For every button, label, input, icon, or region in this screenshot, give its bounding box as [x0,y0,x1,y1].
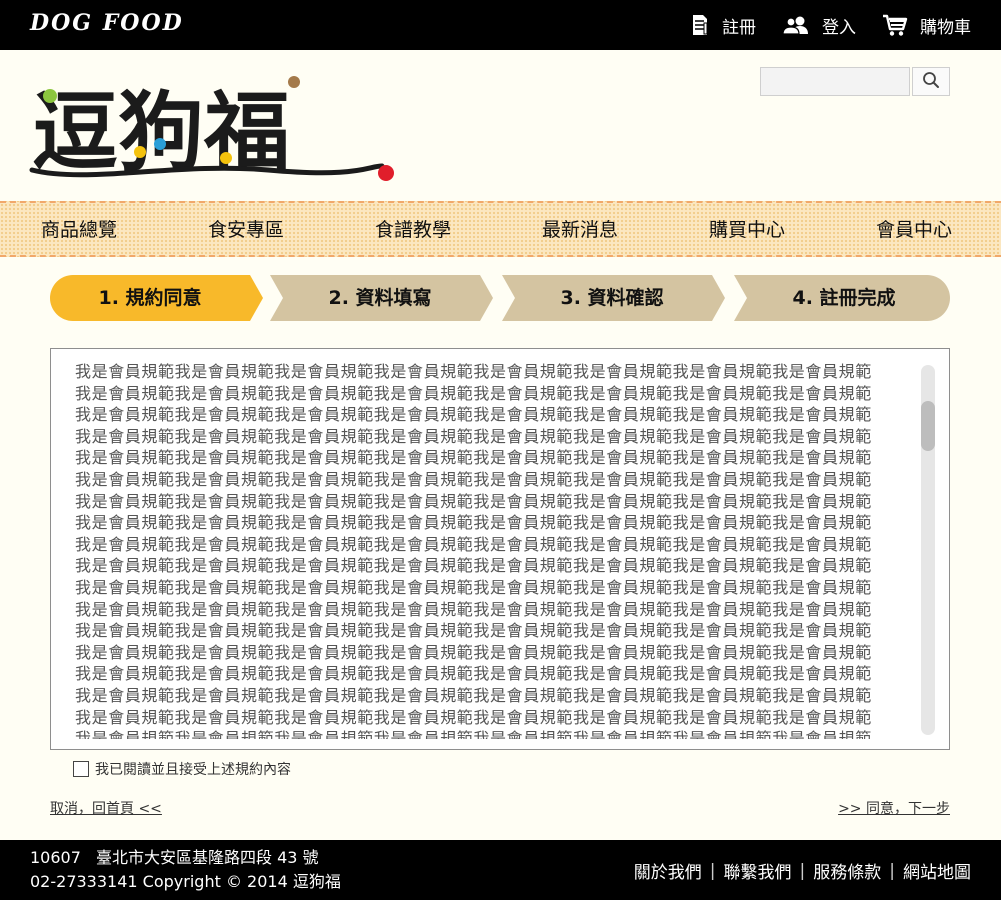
footer-link-contact[interactable]: 聯繫我們 [724,858,792,883]
step-4-label: 4. 註冊完成 [792,287,896,309]
agree-row: 我已閱讀並且接受上述規約內容 [73,759,291,779]
users-icon [782,15,810,35]
postal-code: 10607 [30,848,81,867]
search-button[interactable] [912,67,950,96]
top-bar: DOG FOOD 註冊 登入 購物車 [0,0,1001,50]
nav-item-news[interactable]: 最新消息 [542,203,618,255]
search-bar [760,67,950,96]
agree-label[interactable]: 我已閱讀並且接受上述規約內容 [95,759,291,779]
cancel-link[interactable]: 取消，回首頁 << [50,798,162,818]
nav-item-products[interactable]: 商品總覽 [41,203,117,255]
nav-item-recipes[interactable]: 食譜教學 [375,203,451,255]
step-3-confirm-data: 3. 資料確認 [502,275,725,321]
cart-link[interactable]: 購物車 [882,13,971,38]
step-2-fill-data: 2. 資料填寫 [270,275,493,321]
footer-link-terms[interactable]: 服務條款 [813,858,881,883]
step-2-label: 2. 資料填寫 [328,287,432,309]
footer-link-about[interactable]: 關於我們 [634,858,702,883]
main-nav: 商品總覽 食安專區 食譜教學 最新消息 購買中心 會員中心 [0,201,1001,257]
login-label: 登入 [822,17,856,38]
footer-divider: | [799,860,806,881]
register-icon [690,14,710,36]
search-input[interactable] [760,67,910,96]
nav-item-purchase[interactable]: 購買中心 [709,203,785,255]
next-link[interactable]: >> 同意，下一步 [838,798,950,818]
footer: 10607 臺北市大安區基隆路四段 43 號 02-27333141 Copyri… [0,840,1001,900]
phone: 02-27333141 [30,872,138,891]
step-1-agreement: 1. 規約同意 [50,275,263,321]
address: 臺北市大安區基隆路四段 43 號 [96,848,319,867]
step-4-complete: 4. 註冊完成 [734,275,950,321]
footer-link-sitemap[interactable]: 網站地圖 [903,858,971,883]
register-link[interactable]: 註冊 [690,13,756,38]
terms-scrollbar-thumb[interactable] [921,401,935,451]
search-icon [922,71,940,93]
footer-links: 關於我們 | 聯繫我們 | 服務條款 | 網站地圖 [634,858,971,884]
footer-divider: | [889,860,895,881]
cart-label: 購物車 [920,17,971,38]
terms-box[interactable]: 我是會員規範我是會員規範我是會員規範我是會員規範我是會員規範我是會員規範我是會員… [50,348,950,750]
terms-scrollbar[interactable] [921,365,935,735]
terms-text: 我是會員規範我是會員規範我是會員規範我是會員規範我是會員規範我是會員規範我是會員… [75,362,872,739]
step-1-label: 1. 規約同意 [98,287,202,309]
register-label: 註冊 [722,17,756,38]
copyright: Copyright © 2014 逗狗福 [142,872,341,891]
agree-checkbox[interactable] [73,761,89,777]
nav-item-food-safety[interactable]: 食安專區 [208,203,284,255]
footer-divider: | [709,860,716,881]
cart-icon [882,13,908,37]
login-link[interactable]: 登入 [782,13,856,38]
nav-item-member[interactable]: 會員中心 [876,203,952,255]
site-logo[interactable]: 逗狗福 [28,66,403,194]
brand-name[interactable]: DOG FOOD [30,10,184,36]
footer-contact: 10607 臺北市大安區基隆路四段 43 號 02-27333141 Copyri… [30,846,341,894]
top-links: 註冊 登入 購物車 [690,0,971,50]
step-3-label: 3. 資料確認 [560,287,664,309]
registration-steps: 1. 規約同意 2. 資料填寫 3. 資料確認 4. 註冊完成 [50,275,950,321]
